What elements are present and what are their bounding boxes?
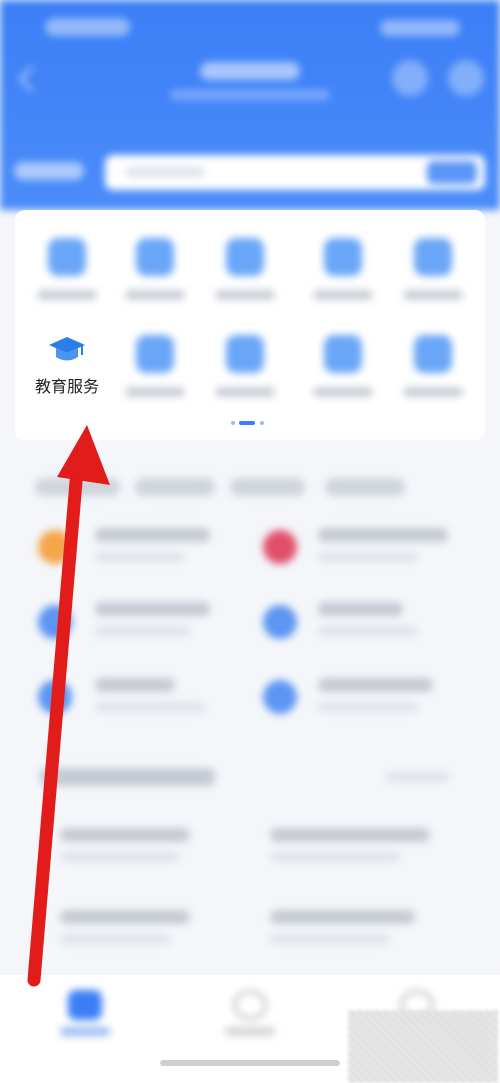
message-icon[interactable] (392, 60, 428, 96)
education-service-label: 教育服务 (34, 377, 99, 396)
list-item-icon (263, 530, 297, 564)
more-icon[interactable] (448, 60, 484, 96)
service-item[interactable] (303, 238, 383, 300)
service-item[interactable] (115, 335, 195, 397)
service-grid-card (15, 210, 485, 440)
service-item[interactable] (393, 335, 473, 397)
status-bar-indicators (380, 20, 460, 36)
back-icon[interactable] (18, 66, 44, 92)
service-item[interactable] (205, 335, 285, 397)
app-header (0, 0, 500, 210)
location-selector[interactable] (14, 162, 84, 180)
status-bar-time (45, 18, 130, 36)
service-item[interactable] (393, 238, 473, 300)
search-row (0, 150, 500, 195)
watermark (348, 1010, 498, 1083)
list-item-icon (38, 680, 72, 714)
category-tab[interactable] (35, 478, 120, 496)
home-tab-icon[interactable] (68, 990, 102, 1020)
section-more-link[interactable] (385, 772, 450, 782)
section-title (40, 768, 215, 786)
city-subtitle (170, 90, 330, 100)
service-item[interactable] (115, 238, 195, 300)
graduation-cap-icon (49, 337, 85, 361)
home-indicator (160, 1060, 340, 1066)
page-indicator (231, 421, 264, 425)
services-tab-icon[interactable] (233, 990, 267, 1020)
list-item-icon (263, 680, 297, 714)
education-service-item[interactable]: 教育服务 (22, 333, 112, 397)
service-item[interactable] (27, 238, 107, 300)
list-item-icon (38, 530, 72, 564)
city-title[interactable] (200, 62, 300, 80)
search-placeholder (125, 167, 205, 177)
service-item[interactable] (205, 238, 285, 300)
category-tab[interactable] (135, 478, 215, 496)
list-item-icon (263, 605, 297, 639)
service-item[interactable] (303, 335, 383, 397)
category-tab[interactable] (325, 478, 405, 496)
category-tab[interactable] (230, 478, 305, 496)
search-input[interactable] (105, 155, 485, 190)
list-item-icon (38, 605, 72, 639)
search-button[interactable] (427, 161, 477, 184)
